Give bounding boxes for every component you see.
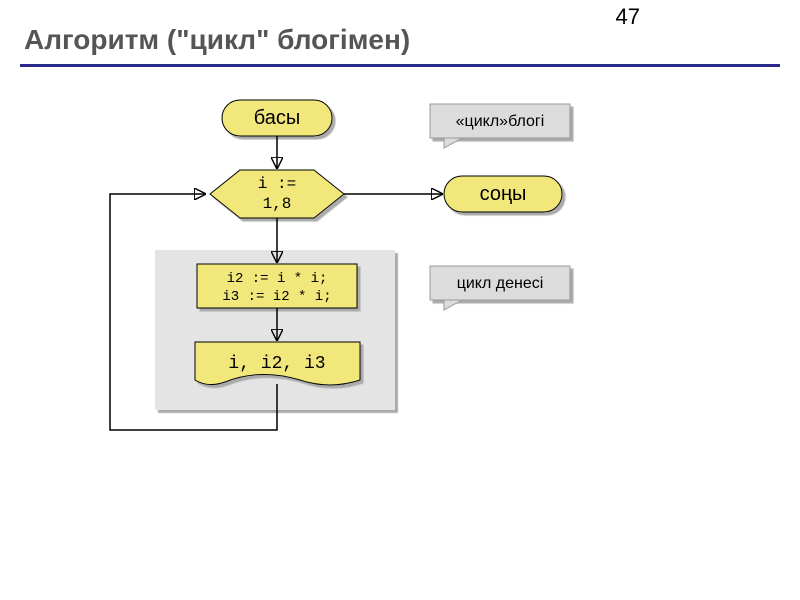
loop-header-node: i :=1,8 [210,170,344,218]
end-label: соңы [480,183,527,205]
body-node: i2 := i * i; i3 := i2 * i; [197,264,357,308]
callout-loop-body: цикл денесі [430,266,570,310]
flowchart: басы i :=1,8 i2 := i * i; i3 := i2 * i; … [0,80,800,600]
body-line1: i2 := i * i; [227,271,328,287]
title-rule [20,64,780,67]
callout-loop-body-label: цикл денесі [457,275,544,292]
body-line2: i3 := i2 * i; [222,289,331,305]
callout-loop-block-label: «цикл»блогі [456,113,545,130]
start-label: басы [254,107,301,129]
page-title: Алгоритм ("цикл" блогімен) [24,24,410,56]
end-node: соңы [444,176,562,212]
start-node: басы [222,100,332,136]
page-number: 47 [616,4,640,30]
output-label: i, i2, i3 [228,354,325,374]
callout-loop-block: «цикл»блогі [430,104,570,148]
